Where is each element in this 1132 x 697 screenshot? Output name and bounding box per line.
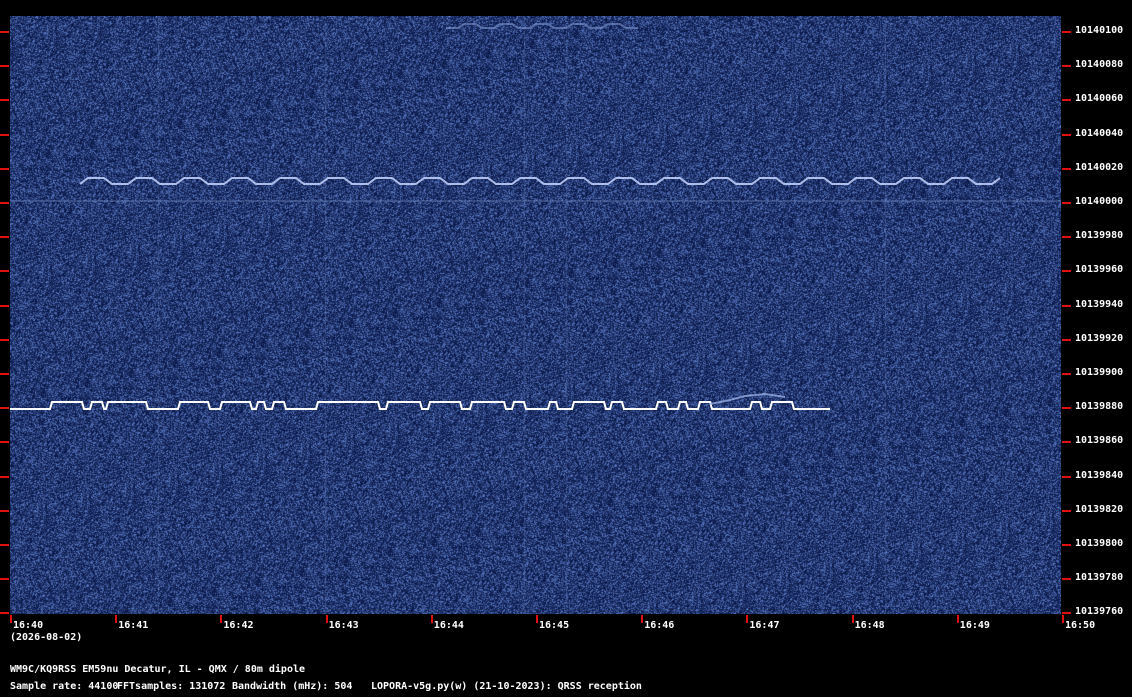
y-tick-left (0, 167, 9, 170)
fsk-signal-trace (10, 401, 830, 410)
frequency-label: 10140020 (1075, 161, 1124, 173)
time-label: 16:41 (118, 620, 149, 631)
frequency-label: 10139920 (1075, 332, 1124, 344)
y-tick-right (1062, 99, 1071, 102)
y-tick-left (0, 407, 9, 410)
time-label: 16:42 (223, 620, 254, 631)
time-label: 16:43 (328, 620, 359, 631)
software-version: LOPORA-v5g.py(w) (21-10-2023): QRSS rece… (371, 681, 642, 692)
time-label: 16:48 (854, 620, 885, 631)
frequency-label: 10139960 (1075, 264, 1124, 276)
spectrogram-waterfall[interactable] (10, 16, 1061, 614)
x-tick (325, 615, 328, 623)
frequency-label: 10139940 (1075, 298, 1124, 310)
frequency-label: 10140080 (1075, 59, 1124, 71)
fft-samples: FFTsamples: 131072 (117, 681, 226, 692)
time-label: 16:47 (749, 620, 780, 631)
time-label: 16:50 (1065, 620, 1096, 631)
time-label: 16:49 (959, 620, 990, 631)
y-tick-right (1062, 236, 1071, 239)
y-tick-right (1062, 65, 1071, 68)
date-label: (2026-08-02) (10, 632, 83, 643)
frequency-label: 10139780 (1075, 572, 1124, 584)
y-tick-left (0, 578, 9, 581)
time-label: 16:45 (539, 620, 570, 631)
time-label: 16:40 (13, 620, 44, 631)
y-tick-right (1062, 578, 1071, 581)
x-tick (536, 615, 538, 623)
x-tick (746, 615, 749, 623)
time-label: 16:44 (433, 620, 464, 631)
frequency-label: 10140000 (1075, 196, 1124, 207)
frequency-label: 10140040 (1075, 127, 1124, 139)
y-tick-right (1062, 133, 1071, 136)
y-tick-right (1062, 509, 1071, 512)
frequency-label: 10139760 (1075, 606, 1124, 618)
y-tick-left (0, 270, 9, 273)
y-tick-left (0, 373, 9, 375)
x-tick (1062, 615, 1064, 623)
y-tick-left (0, 612, 9, 615)
y-tick-right (1062, 475, 1071, 478)
frequency-label: 10140060 (1075, 93, 1124, 105)
top-signal-trace-left (446, 23, 638, 29)
y-tick-right (1062, 373, 1071, 375)
x-tick (956, 615, 959, 623)
y-tick-right (1062, 441, 1071, 444)
y-tick-left (0, 544, 9, 546)
y-tick-left (0, 202, 9, 204)
y-tick-left (0, 338, 9, 341)
frequency-label: 10139980 (1075, 230, 1124, 242)
y-tick-right (1062, 304, 1071, 307)
y-tick-right (1062, 338, 1071, 341)
y-tick-left (0, 99, 9, 102)
frequency-label: 10139900 (1075, 367, 1124, 378)
frequency-label: 10139840 (1075, 469, 1124, 481)
station-description: WM9C/KQ9RSS EM59nu Decatur, IL - QMX / 8… (10, 664, 306, 675)
frequency-label: 10140100 (1075, 25, 1124, 36)
y-tick-left (0, 65, 9, 68)
x-tick (430, 615, 433, 623)
time-label: 16:46 (644, 620, 675, 631)
frequency-label: 10139880 (1075, 401, 1124, 413)
y-tick-left (0, 31, 9, 33)
top-signal-trace (79, 177, 1001, 185)
sample-rate: Sample rate: 44100 (10, 681, 119, 692)
y-tick-right (1062, 407, 1071, 410)
y-tick-left (0, 475, 9, 478)
y-tick-left (0, 133, 9, 136)
frequency-label: 10139800 (1075, 538, 1124, 549)
y-tick-left (0, 236, 9, 239)
x-tick (220, 615, 223, 623)
y-tick-left (0, 441, 9, 444)
frequency-label: 10139860 (1075, 435, 1124, 447)
x-tick (851, 615, 854, 623)
y-tick-left (0, 509, 9, 512)
x-tick (641, 615, 644, 623)
signal-traces (10, 23, 1061, 410)
x-tick (10, 615, 12, 623)
y-tick-left (0, 304, 9, 307)
frequency-label: 10139820 (1075, 503, 1124, 515)
bandwidth: Bandwidth (mHz): 504 (232, 681, 353, 692)
x-tick (115, 615, 118, 623)
y-tick-right (1062, 202, 1071, 204)
y-tick-right (1062, 167, 1071, 170)
y-tick-right (1062, 544, 1071, 546)
y-tick-right (1062, 270, 1071, 273)
y-tick-right (1062, 31, 1071, 33)
